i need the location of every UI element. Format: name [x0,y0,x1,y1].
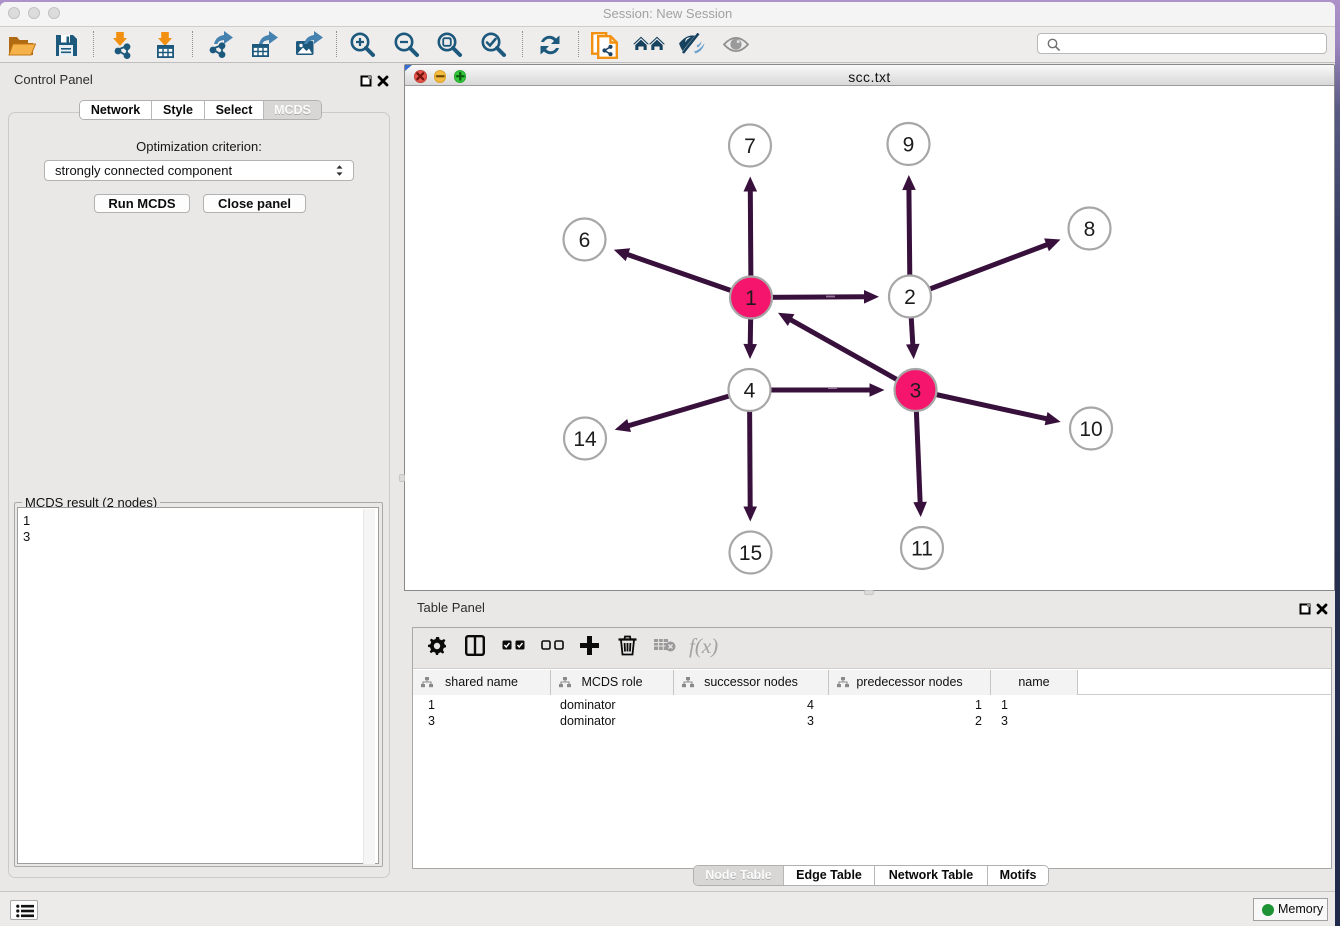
svg-text:6: 6 [579,229,591,252]
svg-text:14: 14 [573,428,597,451]
svg-text:1: 1 [745,287,757,310]
svg-text:9: 9 [903,134,915,157]
svg-text:4: 4 [744,380,756,403]
svg-text:8: 8 [1084,218,1096,241]
svg-text:10: 10 [1079,418,1102,441]
svg-text:2: 2 [904,286,916,309]
svg-text:11: 11 [911,538,933,561]
svg-text:3: 3 [910,380,922,403]
svg-text:7: 7 [744,135,756,158]
svg-text:15: 15 [739,542,762,565]
